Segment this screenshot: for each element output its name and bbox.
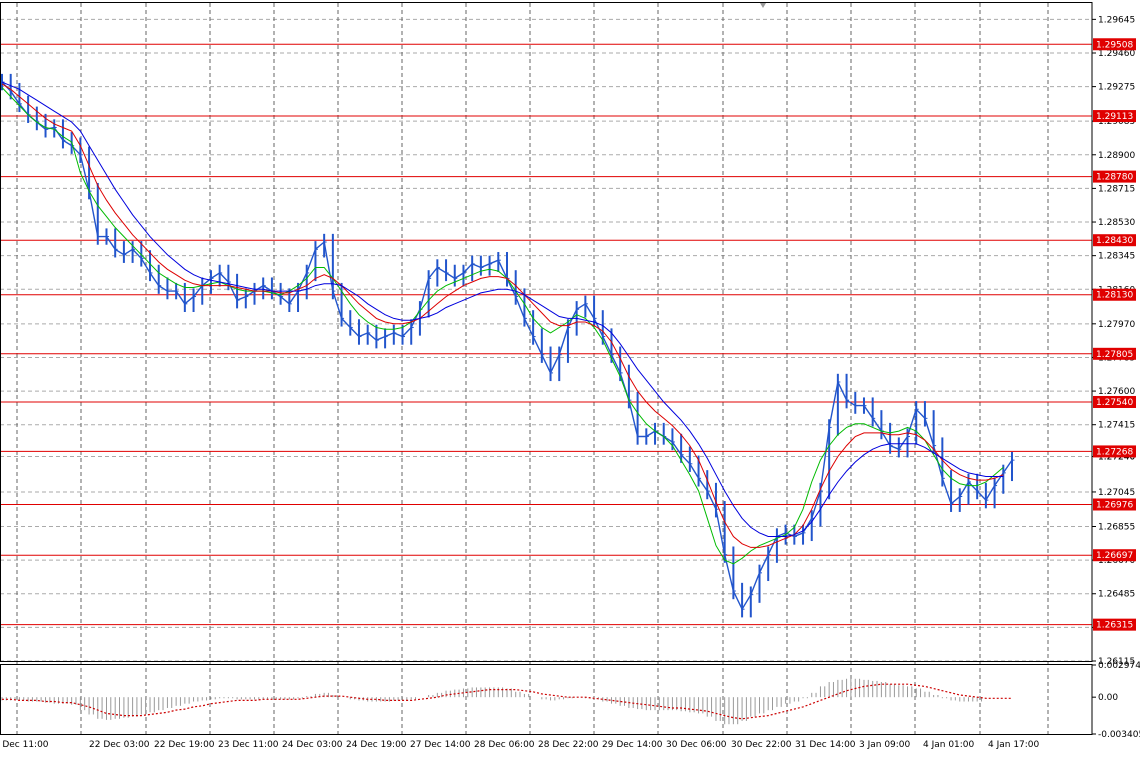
sub-panel-frame xyxy=(0,664,1093,735)
shift-marker-icon xyxy=(760,3,766,8)
level-label: 1.29508 xyxy=(1096,40,1133,50)
oscillator-panel xyxy=(1,678,1012,725)
y-tick-label: 1.28715 xyxy=(1098,184,1135,194)
level-label: 1.29113 xyxy=(1096,112,1133,122)
x-tick-label: 23 Dec 11:00 xyxy=(218,740,279,750)
x-tick-label: 27 Dec 14:00 xyxy=(410,740,471,750)
main-panel-frame xyxy=(0,2,1093,662)
ma-mid-line xyxy=(1,83,1004,548)
x-tick-label: 3 Jan 09:00 xyxy=(859,740,911,750)
x-tick-label: 28 Dec 22:00 xyxy=(538,740,599,750)
y-tick-label: 1.29460 xyxy=(1098,49,1135,59)
level-label: 1.27540 xyxy=(1096,398,1133,408)
x-tick-label: 4 Jan 01:00 xyxy=(923,740,975,750)
level-label: 1.26976 xyxy=(1096,500,1133,510)
level-label: 1.28430 xyxy=(1096,236,1133,246)
price-series xyxy=(1,73,1015,618)
chart-canvas[interactable]: 1.296451.294601.292751.290851.289001.287… xyxy=(0,0,1140,757)
sub-y-tick-label: 0.00 xyxy=(1098,693,1118,703)
level-label: 1.26315 xyxy=(1096,621,1133,631)
y-tick-label: 1.28345 xyxy=(1098,252,1135,262)
price-line xyxy=(1,81,1013,611)
level-label: 1.26697 xyxy=(1096,551,1133,561)
y-tick-label: 1.27415 xyxy=(1098,421,1135,431)
x-tick-label: 30 Dec 22:00 xyxy=(731,740,792,750)
y-tick-label: 1.28530 xyxy=(1098,218,1135,228)
y-tick-label: 1.27970 xyxy=(1098,320,1135,330)
y-tick-label: 1.29645 xyxy=(1098,15,1135,25)
y-tick-label: 1.26485 xyxy=(1098,590,1135,600)
x-tick-label: 28 Dec 06:00 xyxy=(474,740,535,750)
horizontal-levels xyxy=(0,43,1092,626)
signal-line xyxy=(2,683,1012,720)
level-label: 1.28130 xyxy=(1096,291,1133,301)
x-tick-label: 31 Dec 14:00 xyxy=(795,740,856,750)
level-label: 1.27268 xyxy=(1096,447,1133,457)
time-axis: 21 Dec 11:00 22 Dec 03:00 22 Dec 19:0023 D… xyxy=(0,740,1040,750)
moving-averages xyxy=(1,81,1004,565)
x-tick-label: 22 Dec 03:00 xyxy=(89,740,150,750)
sub-y-tick-label: -0.003405 xyxy=(1098,730,1140,740)
y-tick-label: 1.26855 xyxy=(1098,522,1135,532)
level-label: 1.27805 xyxy=(1096,350,1133,360)
x-tick-label: 4 Jan 17:00 xyxy=(988,740,1040,750)
ma-slow-line xyxy=(1,81,1004,537)
y-tick-label: 1.27600 xyxy=(1098,387,1135,397)
price-axis: 1.296451.294601.292751.290851.289001.287… xyxy=(1092,15,1140,740)
x-tick-label: 24 Dec 03:00 xyxy=(282,740,343,750)
level-label: 1.28780 xyxy=(1096,173,1133,183)
y-tick-label: 1.28900 xyxy=(1098,151,1135,161)
x-tick-label: 29 Dec 14:00 xyxy=(602,740,663,750)
x-tick-label: 30 Dec 06:00 xyxy=(666,740,727,750)
x-tick-label: 21 Dec 11:00 xyxy=(0,740,49,750)
x-tick-label: 24 Dec 19:00 xyxy=(346,740,407,750)
ma-fast-line xyxy=(1,87,1004,565)
x-tick-label: 22 Dec 19:00 xyxy=(154,740,215,750)
y-tick-label: 1.29275 xyxy=(1098,83,1135,93)
y-tick-label: 1.27045 xyxy=(1098,488,1135,498)
sub-y-tick-label: 0.002974 xyxy=(1098,661,1140,671)
